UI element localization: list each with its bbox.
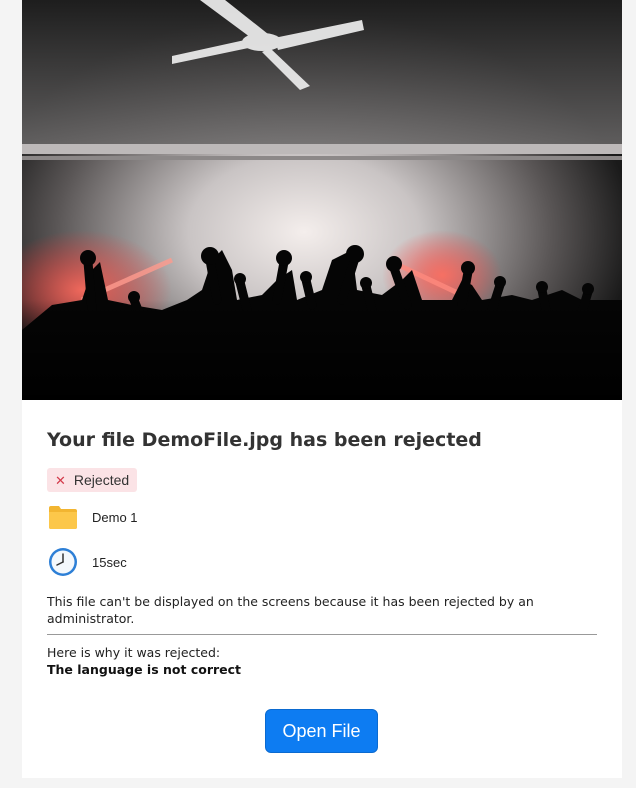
folder-name: Demo 1 bbox=[92, 509, 138, 525]
reason-label: Here is why it was rejected: bbox=[47, 645, 221, 660]
hero-image bbox=[22, 0, 622, 400]
concert-crowd-photo bbox=[22, 0, 622, 400]
divider bbox=[47, 634, 597, 635]
duration-row: 15sec bbox=[47, 546, 127, 578]
rejection-reason: The language is not correct bbox=[47, 662, 242, 677]
folder-icon bbox=[49, 506, 77, 529]
clock-icon bbox=[49, 548, 77, 576]
close-icon: ✕ bbox=[55, 472, 66, 488]
rejection-card: Your file DemoFile.jpg has been rejected… bbox=[22, 0, 622, 778]
page-title: Your file DemoFile.jpg has been rejected bbox=[47, 429, 482, 451]
status-badge: ✕ Rejected bbox=[47, 468, 138, 492]
status-label: Rejected bbox=[73, 472, 130, 488]
folder-row: Demo 1 bbox=[47, 501, 138, 533]
duration-value: 15sec bbox=[92, 554, 127, 570]
rejection-description: This file can't be displayed on the scre… bbox=[47, 594, 534, 626]
open-file-button[interactable]: Open File bbox=[265, 709, 378, 753]
